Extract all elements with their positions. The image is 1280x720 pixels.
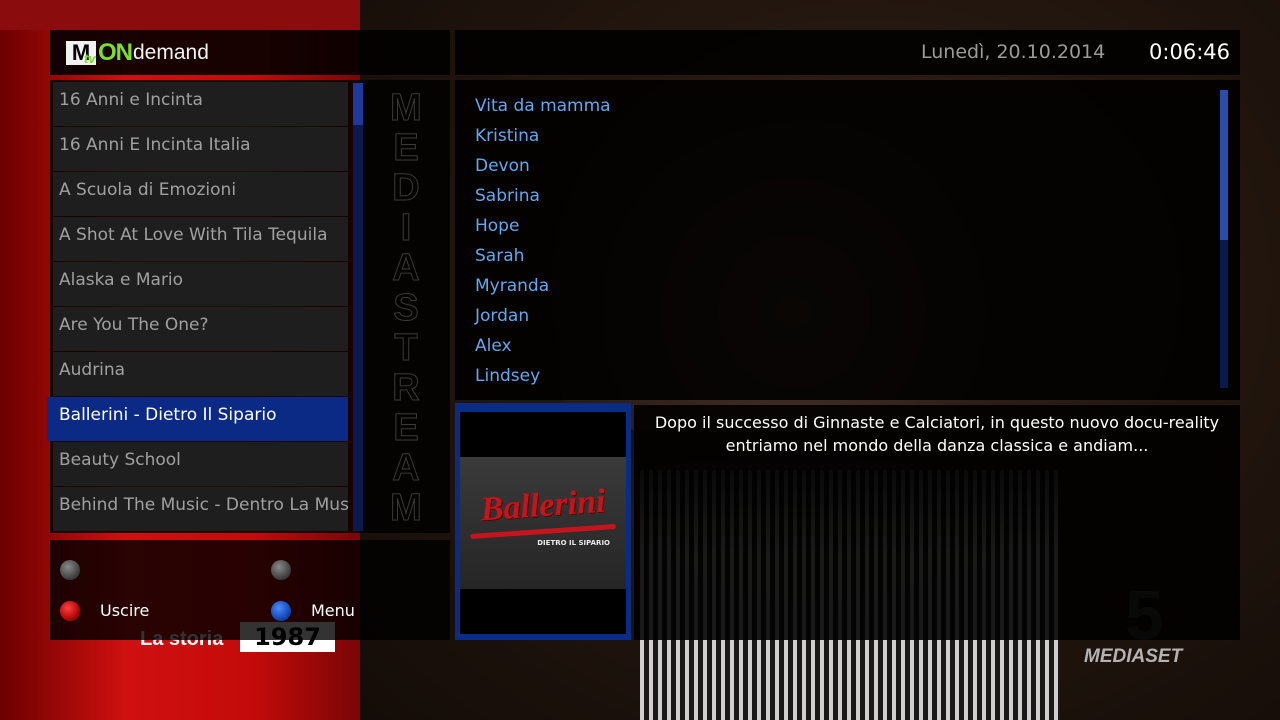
program-list-scrollbar[interactable] xyxy=(353,83,363,531)
mtv-on-demand-logo: M tv ON demand xyxy=(66,39,209,66)
episode-item[interactable]: Sabrina xyxy=(475,180,611,210)
episode-list: Vita da mamma Kristina Devon Sabrina Hope Sar… xyxy=(475,90,611,390)
program-item-selected[interactable]: Ballerini - Dietro Il Sipario xyxy=(47,397,348,441)
menu-key-label[interactable]: Menu xyxy=(311,601,355,620)
vertical-logo-letter: T xyxy=(394,327,418,369)
program-list: 16 Anni e Incinta 16 Anni E Incinta Itali… xyxy=(47,82,348,532)
episode-list-scroll-thumb[interactable] xyxy=(1220,90,1228,240)
program-item[interactable]: Are You The One? xyxy=(53,307,348,351)
program-item[interactable]: A Shot At Love With Tila Tequila xyxy=(53,217,348,261)
program-artwork-title: Ballerini xyxy=(479,482,607,529)
episode-item[interactable]: Jordan xyxy=(475,300,611,330)
header-bar: Lunedì, 20.10.2014 0:06:46 xyxy=(455,30,1240,75)
vertical-logo-letter: I xyxy=(400,207,412,249)
program-item[interactable]: 16 Anni E Incinta Italia xyxy=(53,127,348,171)
color-keys-panel: Uscire Menu xyxy=(50,540,450,640)
program-list-scroll-thumb[interactable] xyxy=(353,83,363,125)
program-item[interactable]: 16 Anni e Incinta xyxy=(53,82,348,126)
program-artwork: Ballerini DIETRO IL SIPARIO xyxy=(460,457,626,589)
background-red-top xyxy=(0,0,360,30)
episode-item[interactable]: Hope xyxy=(475,210,611,240)
episode-item[interactable]: Alex xyxy=(475,330,611,360)
vertical-logo-letter: R xyxy=(392,367,420,409)
episode-list-scrollbar[interactable] xyxy=(1220,90,1228,388)
logo-demand-text: demand xyxy=(133,41,209,64)
yellow-key-icon[interactable] xyxy=(60,560,80,580)
current-date: Lunedì, 20.10.2014 xyxy=(921,41,1106,63)
mtv-logo-tv: tv xyxy=(84,51,96,66)
program-item[interactable]: Beauty School xyxy=(53,442,348,486)
logo-on-text: ON xyxy=(98,39,133,66)
episode-list-panel: Vita da mamma Kristina Devon Sabrina Hope Sar… xyxy=(455,80,1240,400)
vertical-logo-letter: A xyxy=(392,247,420,289)
program-thumbnail-frame: Ballerini DIETRO IL SIPARIO xyxy=(455,403,631,640)
vertical-logo-letter: S xyxy=(393,287,419,329)
episode-item[interactable]: Kristina xyxy=(475,120,611,150)
episode-item[interactable]: Sarah xyxy=(475,240,611,270)
program-description-panel: Dopo il successo di Ginnaste e Calciator… xyxy=(634,405,1240,640)
program-item[interactable]: Alaska e Mario xyxy=(53,262,348,306)
exit-key-label[interactable]: Uscire xyxy=(100,601,149,620)
program-item[interactable]: Audrina xyxy=(53,352,348,396)
program-list-panel: 16 Anni e Incinta 16 Anni E Incinta Itali… xyxy=(47,80,450,533)
channel-watermark: MEDIASET xyxy=(1084,646,1183,667)
program-thumbnail: Ballerini DIETRO IL SIPARIO xyxy=(460,412,626,634)
program-description: Dopo il successo di Ginnaste e Calciator… xyxy=(654,413,1220,455)
vertical-logo-letter: E xyxy=(393,407,419,449)
program-item[interactable]: Behind The Music - Dentro La Musica xyxy=(53,487,348,531)
red-key-icon[interactable] xyxy=(60,601,80,621)
episode-item[interactable]: Devon xyxy=(475,150,611,180)
green-key-icon[interactable] xyxy=(271,560,291,580)
episode-item[interactable]: Lindsey xyxy=(475,360,611,390)
episode-item[interactable]: Myranda xyxy=(475,270,611,300)
vertical-logo-letter: M xyxy=(390,87,423,129)
program-artwork-subtitle: DIETRO IL SIPARIO xyxy=(537,539,610,547)
vertical-logo-letter: M xyxy=(390,487,423,529)
current-time: 0:06:46 xyxy=(1149,40,1230,64)
logo-panel: M tv ON demand xyxy=(50,30,450,75)
episode-item[interactable]: Vita da mamma xyxy=(475,90,611,120)
program-item[interactable]: A Scuola di Emozioni xyxy=(53,172,348,216)
vertical-logo-letter: E xyxy=(393,127,419,169)
vertical-logo-letter: A xyxy=(392,447,420,489)
mediastream-vertical-logo: MEDIASTREAM xyxy=(380,87,432,529)
blue-key-icon[interactable] xyxy=(271,601,291,621)
vertical-logo-letter: D xyxy=(392,167,420,209)
mtv-logo-mark: M tv xyxy=(66,41,96,66)
